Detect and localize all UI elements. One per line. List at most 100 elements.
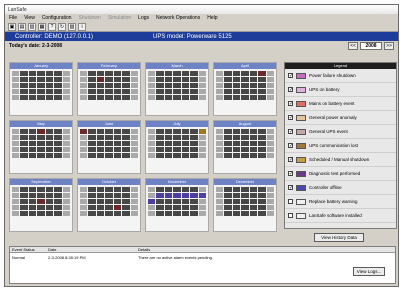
calendar-day[interactable]: [258, 211, 266, 216]
calendar-day[interactable]: [45, 141, 54, 146]
calendar-day[interactable]: [88, 141, 96, 146]
calendar-day[interactable]: [148, 135, 156, 140]
calendar-day[interactable]: [164, 205, 173, 210]
calendar-day[interactable]: [80, 205, 88, 210]
calendar-day[interactable]: [130, 135, 138, 140]
calendar-day[interactable]: [198, 187, 206, 192]
calendar-day[interactable]: [249, 205, 258, 210]
calendar-day[interactable]: [62, 147, 70, 152]
calendar-day[interactable]: [241, 205, 249, 210]
calendar-day[interactable]: [54, 95, 62, 100]
calendar-day[interactable]: [105, 95, 113, 100]
calendar-day[interactable]: [224, 141, 232, 146]
calendar-day[interactable]: [190, 129, 198, 134]
calendar-day[interactable]: [113, 187, 122, 192]
month-february[interactable]: February: [77, 62, 141, 116]
calendar-day[interactable]: [266, 211, 274, 216]
calendar-day[interactable]: [249, 77, 258, 82]
view-logs-button[interactable]: View Logs...: [353, 267, 385, 276]
menu-logs[interactable]: Logs: [138, 15, 149, 21]
calendar-day[interactable]: [241, 199, 249, 204]
calendar-day[interactable]: [198, 193, 206, 198]
calendar-day[interactable]: [216, 193, 224, 198]
calendar-day[interactable]: [258, 199, 266, 204]
calendar-day[interactable]: [20, 199, 28, 204]
calendar-day[interactable]: [28, 77, 37, 82]
calendar-day[interactable]: [54, 83, 62, 88]
legend-item[interactable]: ✓ UPS communication lost: [285, 139, 396, 153]
calendar-day[interactable]: [28, 135, 37, 140]
calendar-day[interactable]: [181, 187, 190, 192]
calendar-day[interactable]: [54, 141, 62, 146]
calendar-day[interactable]: [249, 83, 258, 88]
calendar-day[interactable]: [96, 199, 105, 204]
calendar-day[interactable]: [80, 211, 88, 216]
calendar-day[interactable]: [148, 153, 156, 158]
month-april[interactable]: April: [213, 62, 277, 116]
calendar-day[interactable]: [198, 205, 206, 210]
calendar-day[interactable]: [122, 141, 130, 146]
calendar-day[interactable]: [12, 147, 20, 152]
legend-checkbox[interactable]: [288, 199, 293, 204]
calendar-day[interactable]: [45, 83, 54, 88]
calendar-day[interactable]: [122, 95, 130, 100]
calendar-day[interactable]: [232, 205, 241, 210]
calendar-day[interactable]: [190, 77, 198, 82]
calendar-day[interactable]: [20, 153, 28, 158]
calendar-day[interactable]: [88, 211, 96, 216]
calendar-day[interactable]: [190, 199, 198, 204]
calendar-day[interactable]: [164, 211, 173, 216]
calendar-day[interactable]: [28, 83, 37, 88]
calendar-day[interactable]: [28, 141, 37, 146]
calendar-day[interactable]: [37, 187, 45, 192]
calendar-day[interactable]: [12, 153, 20, 158]
month-may[interactable]: May: [9, 120, 73, 174]
calendar-day[interactable]: [190, 205, 198, 210]
calendar-day[interactable]: [80, 187, 88, 192]
legend-item[interactable]: ✓ Scheduled / Manual shutdown: [285, 153, 396, 167]
calendar-day[interactable]: [224, 129, 232, 134]
calendar-day[interactable]: [173, 205, 181, 210]
calendar-day[interactable]: [173, 199, 181, 204]
calendar-day[interactable]: [54, 129, 62, 134]
calendar-day[interactable]: [173, 77, 181, 82]
calendar-day[interactable]: [37, 193, 45, 198]
calendar-day[interactable]: [122, 77, 130, 82]
calendar-day[interactable]: [20, 193, 28, 198]
calendar-day[interactable]: [37, 211, 45, 216]
calendar-day[interactable]: [266, 187, 274, 192]
calendar-day[interactable]: [266, 95, 274, 100]
calendar-day[interactable]: [266, 153, 274, 158]
calendar-day[interactable]: [258, 141, 266, 146]
calendar-day[interactable]: [198, 153, 206, 158]
calendar-day[interactable]: [105, 193, 113, 198]
calendar-day[interactable]: [62, 141, 70, 146]
calendar-day[interactable]: [96, 147, 105, 152]
calendar-day[interactable]: [241, 211, 249, 216]
calendar-day[interactable]: [105, 135, 113, 140]
calendar-day[interactable]: [164, 77, 173, 82]
calendar-day[interactable]: [20, 187, 28, 192]
calendar-day[interactable]: [148, 199, 156, 204]
calendar-day[interactable]: [148, 205, 156, 210]
col-details[interactable]: Details: [138, 247, 395, 252]
calendar-day[interactable]: [130, 77, 138, 82]
calendar-day[interactable]: [156, 77, 164, 82]
calendar-day[interactable]: [130, 71, 138, 76]
calendar-day[interactable]: [80, 193, 88, 198]
calendar-day[interactable]: [156, 187, 164, 192]
calendar-day[interactable]: [88, 89, 96, 94]
calendar-day[interactable]: [216, 199, 224, 204]
calendar-day[interactable]: [216, 147, 224, 152]
calendar-day[interactable]: [122, 129, 130, 134]
calendar-day[interactable]: [96, 187, 105, 192]
calendar-day[interactable]: [224, 135, 232, 140]
calendar-day[interactable]: [130, 199, 138, 204]
calendar-day[interactable]: [181, 211, 190, 216]
calendar-day[interactable]: [216, 153, 224, 158]
calendar-day[interactable]: [28, 153, 37, 158]
calendar-day[interactable]: [173, 211, 181, 216]
calendar-day[interactable]: [88, 193, 96, 198]
year-field[interactable]: 2008: [360, 42, 382, 50]
calendar-day[interactable]: [241, 95, 249, 100]
